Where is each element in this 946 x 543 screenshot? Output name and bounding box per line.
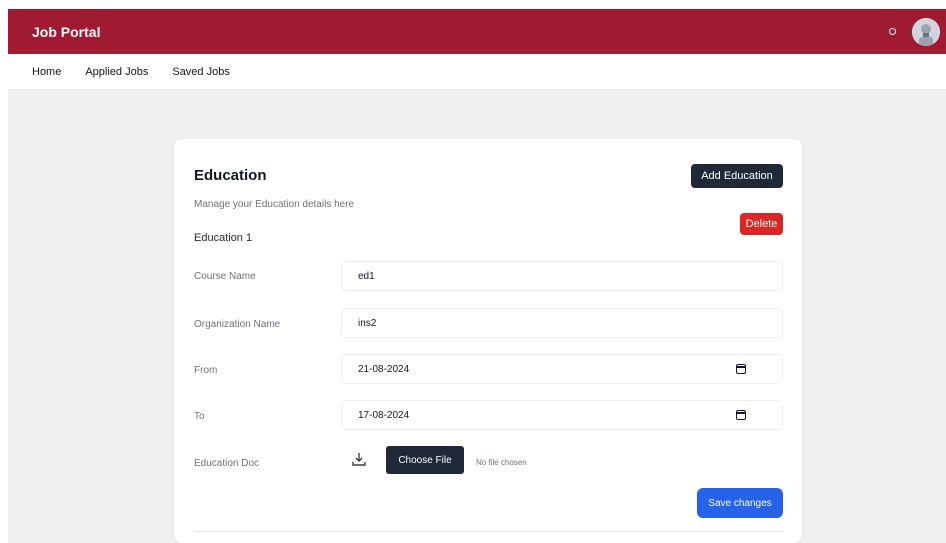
section-title: Education	[194, 167, 267, 184]
entry-title: Education 1	[194, 232, 253, 244]
add-education-button[interactable]: Add Education	[691, 164, 783, 188]
upload-svg	[352, 453, 366, 466]
nav-item-home[interactable]: Home	[32, 66, 61, 78]
user-avatar-icon[interactable]	[912, 17, 940, 46]
organization-name-label: Organization Name	[194, 319, 281, 330]
save-changes-button[interactable]: Save changes	[697, 488, 783, 518]
section-description: Manage your Education details here	[194, 199, 355, 210]
calendar-icon[interactable]	[736, 364, 746, 374]
organization-name-input[interactable]: ins2	[341, 308, 783, 338]
topbar-right	[889, 17, 940, 46]
education-card: Education Manage your Education details …	[174, 139, 802, 543]
from-date-input[interactable]: 21-08-2024	[341, 354, 783, 384]
course-name-label: Course Name	[194, 271, 256, 282]
divider	[194, 531, 783, 532]
upload-icon	[351, 451, 367, 467]
organization-name-value: ins2	[358, 317, 377, 329]
top-bar: Job Portal	[8, 9, 946, 54]
calendar-icon[interactable]	[736, 410, 746, 420]
from-date-value: 21-08-2024	[358, 363, 410, 375]
file-status-text: No file chosen	[476, 458, 527, 467]
nav-item-saved-jobs[interactable]: Saved Jobs	[172, 66, 229, 78]
to-label: To	[194, 411, 205, 422]
brand-title[interactable]: Job Portal	[32, 24, 100, 40]
delete-education-button[interactable]: Delete	[740, 213, 783, 235]
choose-file-button[interactable]: Choose File	[386, 446, 464, 474]
avatar-svg	[912, 17, 940, 46]
education-doc-label: Education Doc	[194, 458, 260, 469]
to-date-input[interactable]: 17-08-2024	[341, 400, 783, 430]
nav-bar: Home Applied Jobs Saved Jobs	[8, 54, 946, 90]
course-name-value: ed1	[358, 270, 375, 282]
nav-item-applied-jobs[interactable]: Applied Jobs	[85, 66, 148, 78]
from-label: From	[194, 365, 218, 376]
status-dot-icon	[889, 28, 896, 35]
to-date-value: 17-08-2024	[358, 409, 410, 421]
course-name-input[interactable]: ed1	[341, 261, 783, 291]
